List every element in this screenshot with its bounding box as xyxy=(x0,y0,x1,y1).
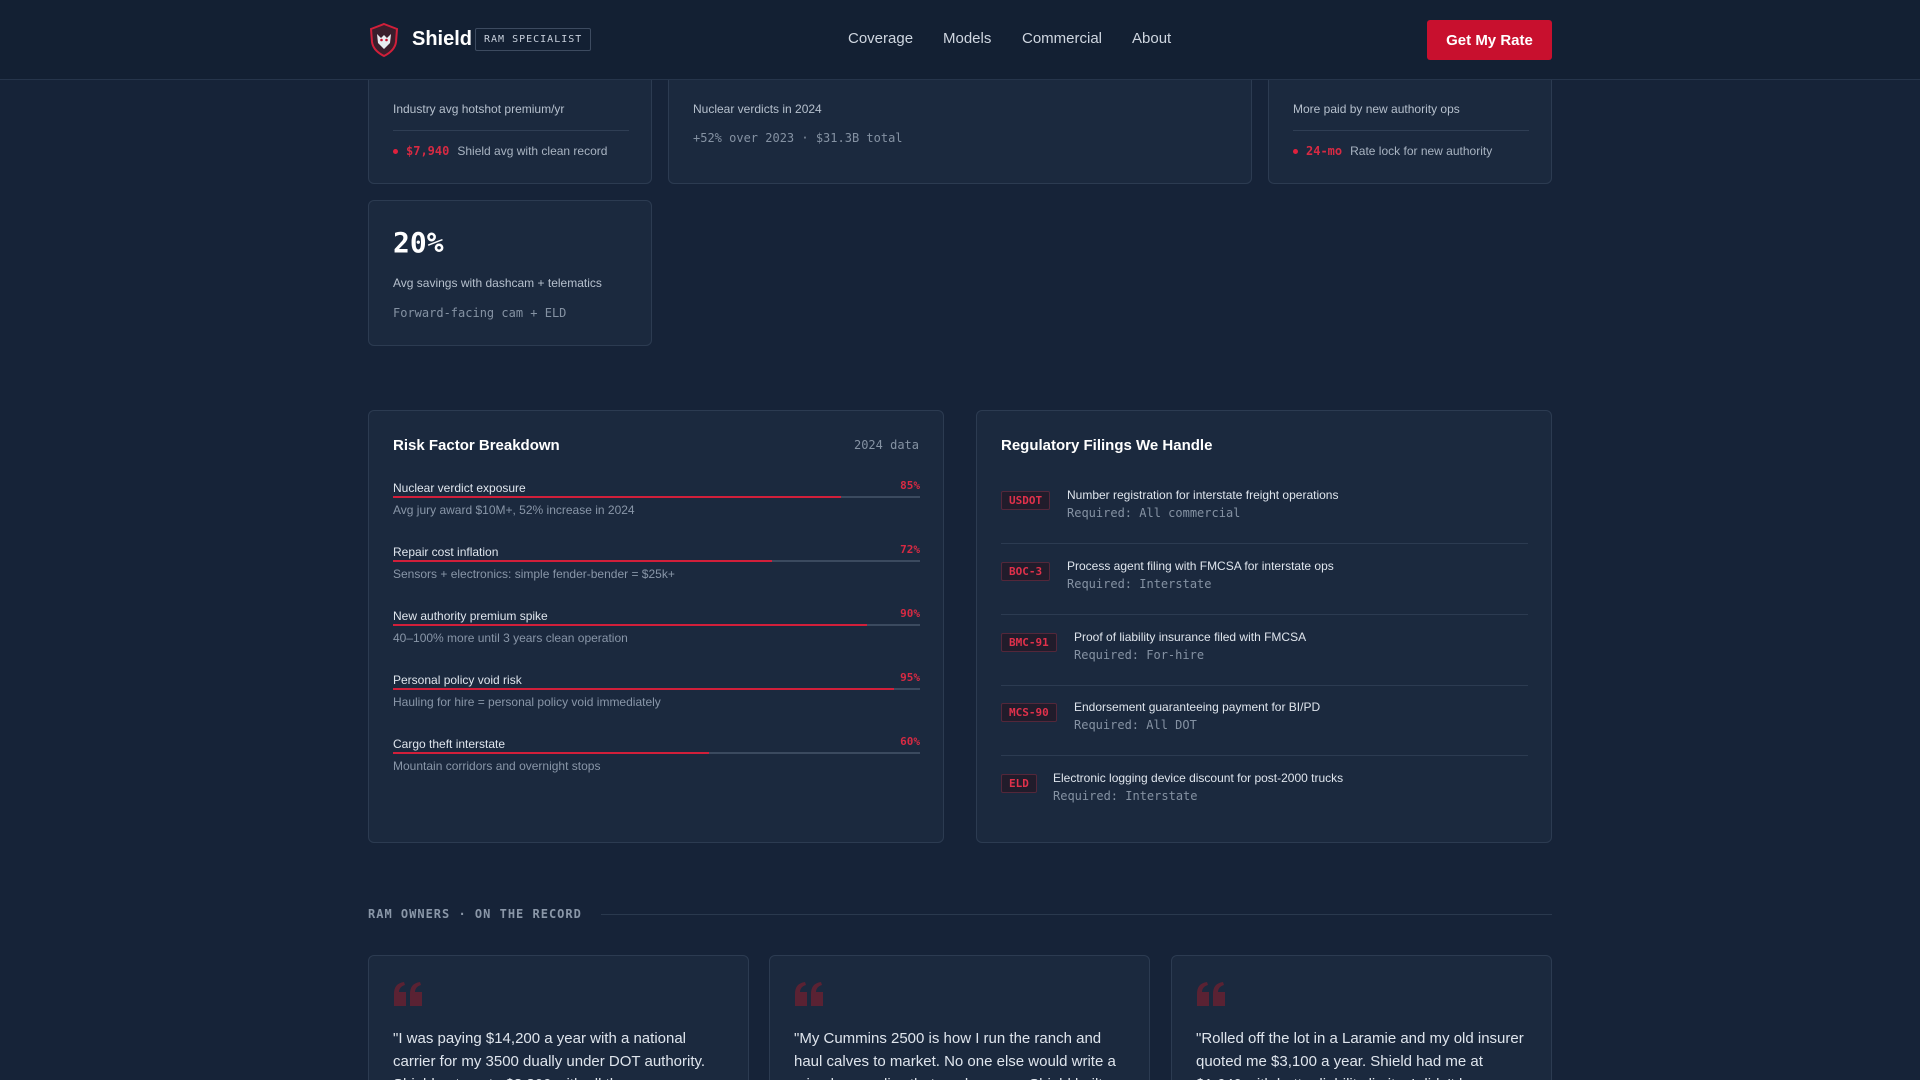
risk-item: Nuclear verdict exposure 85% Avg jury aw… xyxy=(393,479,920,533)
get-my-rate-button[interactable]: Get My Rate xyxy=(1427,20,1552,60)
stat-foot-value: 24-mo xyxy=(1306,144,1343,158)
risk-description: Sensors + electronics: simple fender-ben… xyxy=(393,567,675,581)
stat-label: More paid by new authority ops xyxy=(1293,102,1460,116)
stat-label: Industry avg hotshot premium/yr xyxy=(393,102,565,116)
risk-bar-track xyxy=(393,752,920,754)
risk-factor-panel: Risk Factor Breakdown 2024 data Nuclear … xyxy=(368,410,944,843)
filing-item: MCS-90 Endorsement guaranteeing payment … xyxy=(1001,685,1528,756)
risk-percent: 72% xyxy=(900,543,920,556)
filing-item: ELD Electronic logging device discount f… xyxy=(1001,756,1528,827)
filing-item: BMC-91 Proof of liability insurance file… xyxy=(1001,615,1528,686)
nav-commercial[interactable]: Commercial xyxy=(1022,30,1102,47)
bullet-dot-icon xyxy=(393,148,398,154)
risk-item: Cargo theft interstate 60% Mountain corr… xyxy=(393,735,920,789)
filing-requirement: Required: Interstate xyxy=(1053,789,1198,803)
section-label: RAM OWNERS · ON THE RECORD xyxy=(368,907,582,921)
risk-bar-fill xyxy=(393,752,710,754)
testimonial-quote: "My Cummins 2500 is how I run the ranch … xyxy=(794,1030,1116,1080)
risk-percent: 60% xyxy=(900,735,920,748)
stat-label: Nuclear verdicts in 2024 xyxy=(693,102,822,116)
divider xyxy=(1293,130,1529,131)
risk-bar-fill xyxy=(393,496,841,498)
risk-description: 40–100% more until 3 years clean operati… xyxy=(393,631,628,645)
nav-models[interactable]: Models xyxy=(943,30,991,47)
filing-requirement: Required: All DOT xyxy=(1074,718,1197,732)
quote-icon xyxy=(394,982,422,1006)
top-navigation-bar: Shield RAM SPECIALIST Coverage Models Co… xyxy=(0,0,1920,80)
data-year-tag: 2024 data xyxy=(853,438,919,452)
filing-requirement: Required: Interstate xyxy=(1067,577,1212,591)
brand-name[interactable]: Shield xyxy=(412,28,472,51)
risk-item: Repair cost inflation 72% Sensors + elec… xyxy=(393,543,920,597)
stat-foot-text: Shield avg with clean record xyxy=(457,144,608,158)
risk-label: Repair cost inflation xyxy=(393,545,499,559)
risk-description: Avg jury award $10M+, 52% increase in 20… xyxy=(393,503,635,517)
filing-description: Proof of liability insurance filed with … xyxy=(1074,630,1307,644)
filing-code-badge: BOC-3 xyxy=(1001,562,1051,581)
panel-title: Risk Factor Breakdown xyxy=(393,437,560,454)
filing-code-badge: BMC-91 xyxy=(1001,633,1057,652)
testimonial-card: "Rolled off the lot in a Laramie and my … xyxy=(1171,955,1552,1080)
risk-description: Hauling for hire = personal policy void … xyxy=(393,695,661,709)
risk-bar-track xyxy=(393,560,920,562)
stat-label: Avg savings with dashcam + telematics xyxy=(393,276,602,290)
risk-percent: 95% xyxy=(900,671,920,684)
panel-title: Regulatory Filings We Handle xyxy=(1001,437,1213,454)
filing-item: BOC-3 Process agent filing with FMCSA fo… xyxy=(1001,544,1528,615)
risk-bar-track xyxy=(393,688,920,690)
testimonial-card: "I was paying $14,200 a year with a nati… xyxy=(368,955,749,1080)
risk-label: New authority premium spike xyxy=(393,609,548,623)
risk-percent: 85% xyxy=(900,479,920,492)
bullet-dot-icon xyxy=(1293,148,1298,154)
divider xyxy=(393,130,629,131)
filing-requirement: Required: For-hire xyxy=(1074,648,1205,662)
risk-description: Mountain corridors and overnight stops xyxy=(393,759,601,773)
filing-code-badge: USDOT xyxy=(1001,491,1051,510)
stat-value: 20% xyxy=(393,226,444,259)
specialist-badge: RAM SPECIALIST xyxy=(475,28,592,51)
quote-icon xyxy=(1197,982,1225,1006)
filing-item: USDOT Number registration for interstate… xyxy=(1001,473,1528,544)
stat-footnote: $7,940 Shield avg with clean record xyxy=(393,144,607,158)
stat-foot-text: Rate lock for new authority xyxy=(1350,144,1493,158)
risk-label: Cargo theft interstate xyxy=(393,737,506,751)
filing-description: Endorsement guaranteeing payment for BI/… xyxy=(1074,700,1321,714)
risk-label: Personal policy void risk xyxy=(393,673,522,687)
filing-description: Number registration for interstate freig… xyxy=(1067,488,1339,502)
risk-bar-track xyxy=(393,496,920,498)
filing-description: Electronic logging device discount for p… xyxy=(1053,771,1344,785)
risk-bar-fill xyxy=(393,624,868,626)
filing-code-badge: ELD xyxy=(1001,774,1037,793)
nav-coverage[interactable]: Coverage xyxy=(848,30,913,47)
shield-logo-icon[interactable] xyxy=(368,22,400,58)
stat-card-savings: 20% Avg savings with dashcam + telematic… xyxy=(368,200,652,346)
stat-footnote: 24-mo Rate lock for new authority xyxy=(1293,144,1492,158)
testimonial-quote: "Rolled off the lot in a Laramie and my … xyxy=(1196,1030,1524,1080)
risk-label: Nuclear verdict exposure xyxy=(393,481,526,495)
section-divider xyxy=(601,914,1552,915)
risk-item: Personal policy void risk 95% Hauling fo… xyxy=(393,671,920,725)
stat-footnote: Forward-facing cam + ELD xyxy=(393,306,567,320)
testimonial-quote: "I was paying $14,200 a year with a nati… xyxy=(393,1030,706,1080)
filing-code-badge: MCS-90 xyxy=(1001,703,1057,722)
risk-bar-fill xyxy=(393,688,894,690)
quote-icon xyxy=(795,982,823,1006)
stat-foot-value: $7,940 xyxy=(406,144,450,158)
risk-percent: 90% xyxy=(900,607,920,620)
filing-requirement: Required: All commercial xyxy=(1067,506,1241,520)
nav-about[interactable]: About xyxy=(1132,30,1171,47)
regulatory-filings-panel: Regulatory Filings We Handle USDOT Numbe… xyxy=(976,410,1552,843)
filing-description: Process agent filing with FMCSA for inte… xyxy=(1067,559,1334,573)
testimonial-card: "My Cummins 2500 is how I run the ranch … xyxy=(769,955,1150,1080)
stat-footnote: +52% over 2023 · $31.3B total xyxy=(693,131,903,145)
risk-item: New authority premium spike 90% 40–100% … xyxy=(393,607,920,661)
risk-bar-fill xyxy=(393,560,773,562)
risk-bar-track xyxy=(393,624,920,626)
